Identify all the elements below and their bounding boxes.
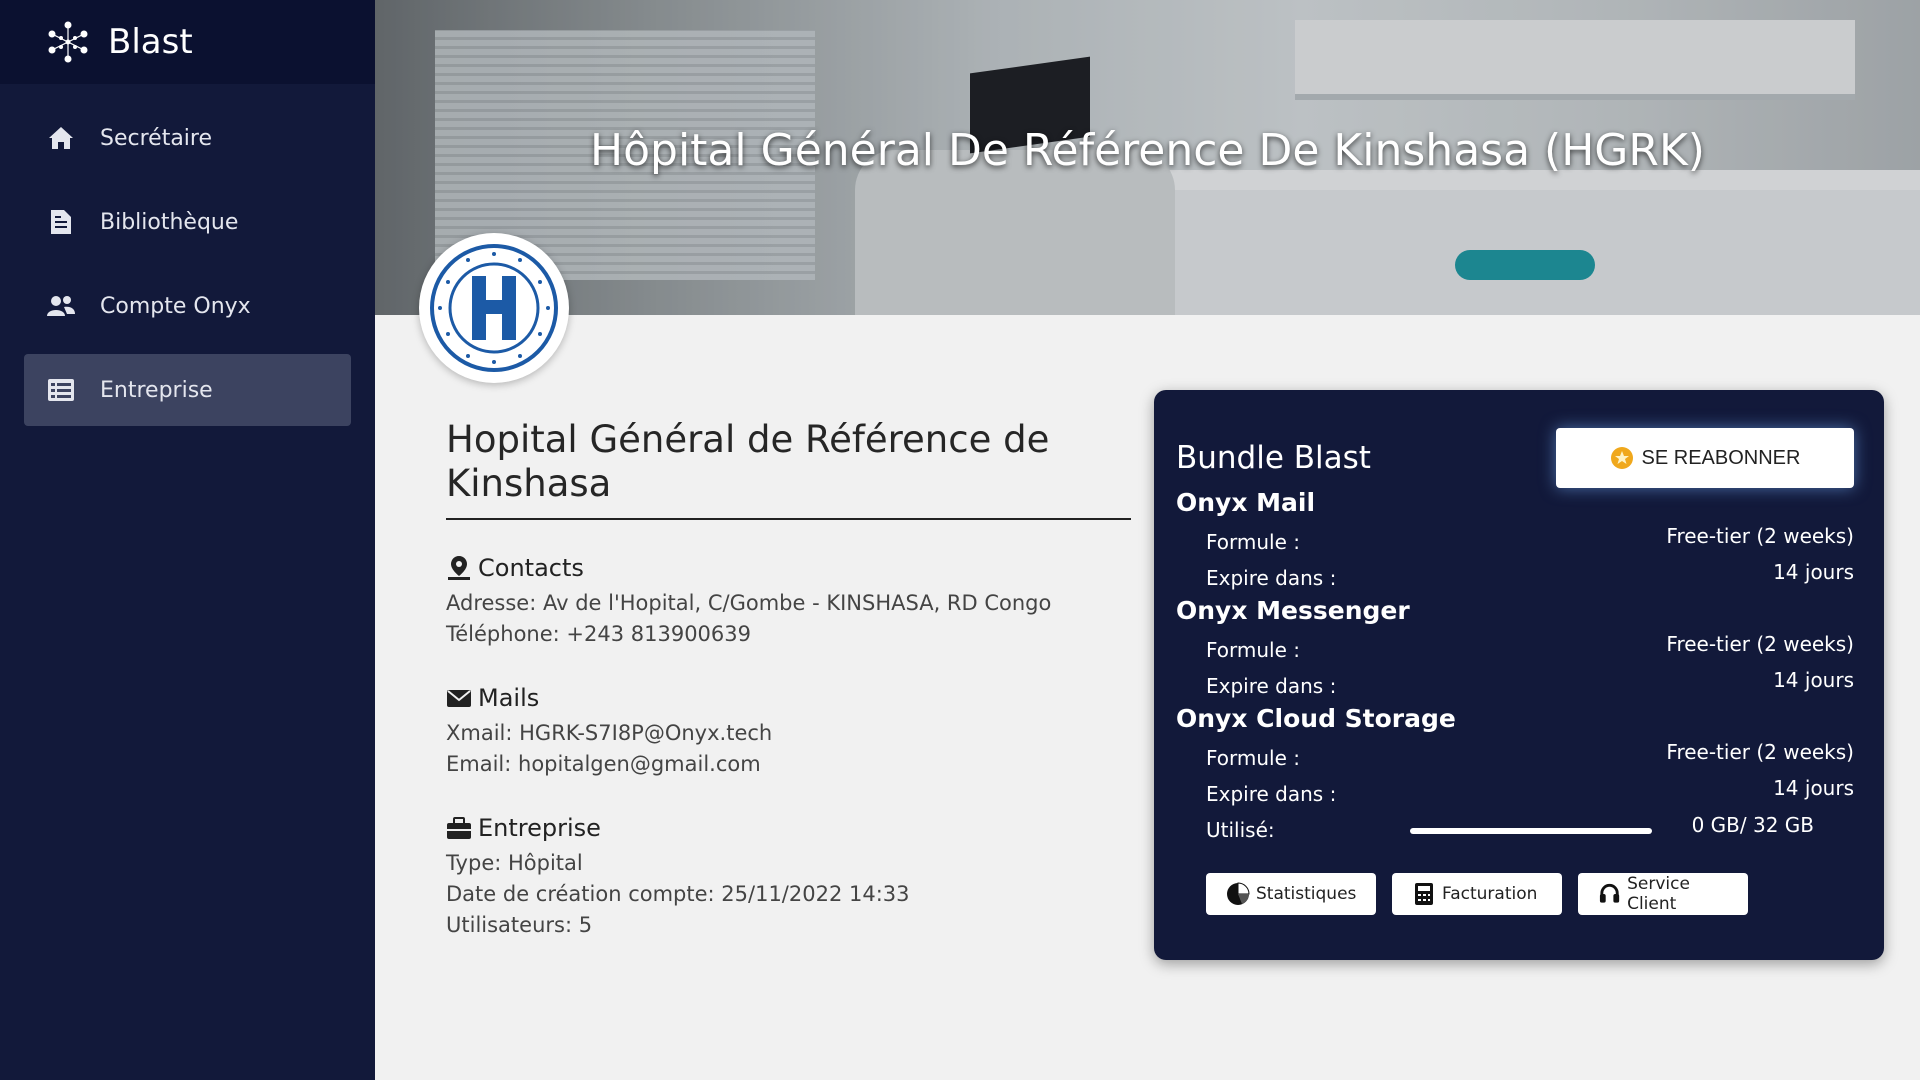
statistics-label: Statistiques — [1256, 884, 1357, 904]
headset-icon — [1599, 883, 1620, 903]
sidebar-nav: Secrétaire Bibliothèque Compte Onyx Entr… — [0, 102, 375, 426]
formule-value: Free-tier (2 weeks) — [1666, 524, 1854, 548]
pie-chart-icon — [1227, 882, 1250, 905]
usage-row: Utilisé: 0 GB/ 32 GB — [1206, 813, 1854, 842]
enterprise-heading: Entreprise — [478, 814, 601, 842]
formule-label: Formule : — [1206, 530, 1301, 554]
expire-row: Expire dans : 14 jours — [1206, 668, 1854, 698]
expire-value: 14 jours — [1773, 776, 1854, 800]
expire-value: 14 jours — [1773, 668, 1854, 692]
product-name: Onyx Cloud Storage — [1176, 704, 1456, 733]
company-name: Hopital Général de Référence de Kinshasa — [446, 418, 1131, 520]
product-name: Onyx Messenger — [1176, 596, 1410, 625]
sidebar-item-bibliotheque[interactable]: Bibliothèque — [24, 186, 351, 258]
blast-logo-icon — [48, 21, 88, 63]
sidebar-item-secretaire[interactable]: Secrétaire — [24, 102, 351, 174]
card-actions: Statistiques Facturation Service Client — [1206, 873, 1748, 915]
formule-label: Formule : — [1206, 638, 1301, 662]
billing-label: Facturation — [1442, 884, 1538, 904]
customer-service-button[interactable]: Service Client — [1578, 873, 1748, 915]
billing-button[interactable]: Facturation — [1392, 873, 1562, 915]
sidebar-item-label: Bibliothèque — [100, 209, 239, 235]
contacts-section: Contacts Adresse: Av de l'Hopital, C/Gom… — [446, 554, 1131, 650]
hospital-logo — [419, 233, 569, 383]
formule-value: Free-tier (2 weeks) — [1666, 740, 1854, 764]
enterprise-section: Entreprise Type: Hôpital Date de créatio… — [446, 814, 1131, 941]
formule-row: Formule : Free-tier (2 weeks) — [1206, 524, 1854, 554]
document-icon — [46, 207, 76, 237]
type-text: Type: Hôpital — [446, 851, 583, 875]
mail-icon — [447, 690, 471, 707]
company-info: Hopital Général de Référence de Kinshasa… — [446, 418, 1131, 941]
phone-text: Téléphone: +243 813900639 — [446, 622, 752, 646]
usage-label: Utilisé: — [1206, 818, 1275, 842]
list-icon — [46, 375, 76, 405]
formule-row: Formule : Free-tier (2 weeks) — [1206, 632, 1854, 662]
formule-row: Formule : Free-tier (2 weeks) — [1206, 740, 1854, 770]
hospital-seal-icon — [430, 244, 558, 372]
briefcase-icon — [447, 817, 471, 839]
storage-usage-bar — [1410, 828, 1652, 834]
users-text: Utilisateurs: 5 — [446, 913, 593, 937]
product-name: Onyx Mail — [1176, 488, 1316, 517]
formule-value: Free-tier (2 weeks) — [1666, 632, 1854, 656]
resubscribe-label: SE REABONNER — [1641, 446, 1801, 469]
calculator-icon — [1415, 883, 1433, 905]
contacts-heading: Contacts — [478, 554, 584, 582]
home-icon — [46, 123, 76, 153]
mails-section: Mails Xmail: HGRK-S7I8P@Onyx.tech Email:… — [446, 684, 1131, 780]
expire-label: Expire dans : — [1206, 674, 1337, 698]
users-icon — [46, 291, 76, 321]
expire-label: Expire dans : — [1206, 566, 1337, 590]
star-badge-icon — [1610, 447, 1633, 469]
banner-title: Hôpital Général De Référence De Kinshasa… — [590, 125, 1705, 176]
mails-heading: Mails — [478, 684, 540, 712]
expire-row: Expire dans : 14 jours — [1206, 776, 1854, 806]
customer-service-label: Service Client — [1627, 874, 1690, 914]
email-text: Email: hopitalgen@gmail.com — [446, 752, 761, 776]
statistics-button[interactable]: Statistiques — [1206, 873, 1376, 915]
sidebar: Blast Secrétaire Bibliothèque Compte Ony… — [0, 0, 375, 1080]
formule-label: Formule : — [1206, 746, 1301, 770]
sidebar-item-label: Secrétaire — [100, 125, 213, 151]
address-text: Adresse: Av de l'Hopital, C/Gombe - KINS… — [446, 591, 1052, 615]
sidebar-item-entreprise[interactable]: Entreprise — [24, 354, 351, 426]
expire-label: Expire dans : — [1206, 782, 1337, 806]
banner-image: Hôpital Général De Référence De Kinshasa… — [375, 0, 1920, 315]
app-name: Blast — [108, 22, 193, 62]
location-pin-icon — [448, 556, 470, 580]
created-text: Date de création compte: 25/11/2022 14:3… — [446, 882, 910, 906]
sidebar-item-label: Entreprise — [100, 377, 213, 403]
expire-row: Expire dans : 14 jours — [1206, 560, 1854, 590]
bundle-card: Bundle Blast SE REABONNER Onyx Mail Form… — [1154, 390, 1884, 960]
bundle-title: Bundle Blast — [1176, 440, 1371, 476]
expire-value: 14 jours — [1773, 560, 1854, 584]
sidebar-item-label: Compte Onyx — [100, 293, 251, 319]
sidebar-item-compte-onyx[interactable]: Compte Onyx — [24, 270, 351, 342]
usage-value: 0 GB/ 32 GB — [1691, 813, 1814, 837]
xmail-text: Xmail: HGRK-S7I8P@Onyx.tech — [446, 721, 773, 745]
resubscribe-button[interactable]: SE REABONNER — [1556, 428, 1854, 488]
brand-bar[interactable]: Blast — [0, 0, 375, 84]
